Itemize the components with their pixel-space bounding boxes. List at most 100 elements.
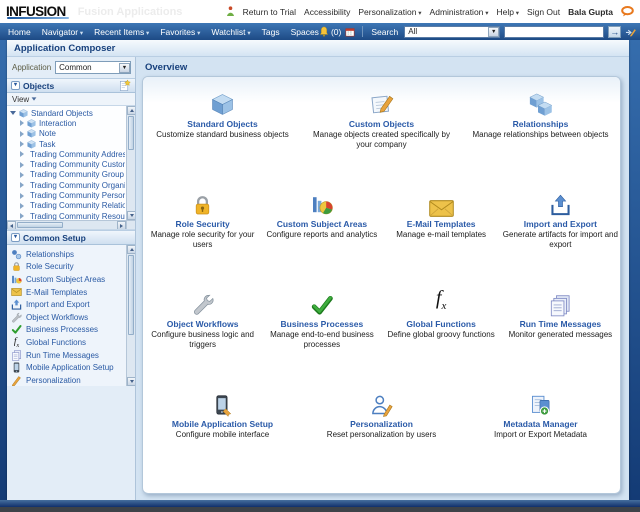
tile-standard-objects[interactable]: Standard Objects Customize standard busi… — [147, 90, 299, 149]
tile-global-functions[interactable]: fx Global Functions Define global groovy… — [383, 290, 499, 349]
wrench-icon — [11, 312, 22, 323]
chart-pie-icon — [310, 190, 334, 217]
pencil-icon — [11, 375, 22, 386]
collapse-icon[interactable]: ▾ — [11, 233, 20, 242]
tile-personalization[interactable]: Personalization Reset personalization by… — [306, 390, 458, 440]
tile-import-and-export[interactable]: Import and Export Generate artifacts for… — [502, 190, 618, 249]
chevron-down-icon[interactable]: ▼ — [488, 27, 499, 37]
tile-relationships[interactable]: Relationships Manage relationships betwe… — [465, 90, 617, 149]
help-menu[interactable]: Help — [496, 7, 519, 17]
sidebar-item-mobile-application-setup[interactable]: Mobile Application Setup — [11, 361, 125, 374]
tile-run-time-messages[interactable]: Run Time Messages Monitor generated mess… — [502, 290, 618, 349]
application-select[interactable]: Common ▼ — [55, 61, 131, 74]
search-input[interactable] — [504, 26, 604, 38]
nav-watchlist[interactable]: Watchlist — [211, 27, 250, 37]
tree-item[interactable]: Trading Community Person Profile — [10, 190, 125, 200]
chat-bubble-icon[interactable] — [621, 6, 634, 17]
sidebar: Application Common ▼ ▾ Objects View — [7, 57, 136, 500]
bell-icon[interactable] — [319, 26, 329, 37]
tree-item[interactable]: Note — [10, 129, 125, 139]
personalization-menu[interactable]: Personalization — [358, 7, 421, 17]
cube-icon — [210, 90, 235, 117]
tree-item[interactable]: Task — [10, 139, 125, 149]
search-scope-select[interactable]: All ▼ — [404, 26, 500, 38]
sidebar-item-global-functions[interactable]: fxGlobal Functions — [11, 336, 125, 349]
nav-home[interactable]: Home — [8, 27, 31, 37]
accessibility-link[interactable]: Accessibility — [304, 7, 350, 17]
content-frame: Application Composer Application Common … — [0, 40, 640, 507]
tile-mobile-application-setup[interactable]: Mobile Application Setup Configure mobil… — [147, 390, 299, 440]
sidebar-item-relationships[interactable]: Relationships — [11, 248, 125, 261]
nav-items: Home Navigator Recent Items Favorites Wa… — [8, 27, 319, 37]
sidebar-item-custom-subject-areas[interactable]: Custom Subject Areas — [11, 273, 125, 286]
tile-role-security[interactable]: Role Security Manage role security for y… — [145, 190, 261, 249]
advanced-search-icon[interactable] — [625, 27, 636, 37]
check-icon — [11, 324, 22, 335]
common-setup-panel-header[interactable]: ▾ Common Setup — [7, 230, 135, 245]
common-setup-title: Common Setup — [23, 233, 86, 243]
tile-custom-objects[interactable]: Custom Objects Manage objects created sp… — [306, 90, 458, 149]
tile-business-processes[interactable]: Business Processes Manage end-to-end bus… — [264, 290, 380, 349]
collapse-icon[interactable]: ▾ — [11, 81, 20, 90]
tree-item[interactable]: Trading Community Relationship — [10, 201, 125, 211]
fx-icon: fx — [11, 337, 22, 349]
sidebar-item-personalization[interactable]: Personalization — [11, 374, 125, 386]
tile-metadata-manager[interactable]: Metadata Manager Import or Export Metada… — [465, 390, 617, 440]
notification-count[interactable]: (0) — [331, 27, 341, 37]
mobile-icon — [11, 362, 22, 373]
tree-item[interactable]: Trading Community Resource Profile — [10, 211, 125, 220]
collapsed-toggle-icon[interactable] — [20, 213, 24, 219]
tree-vertical-scrollbar[interactable] — [126, 106, 135, 220]
overview-panel: Standard Objects Customize standard busi… — [142, 76, 621, 494]
collapsed-toggle-icon[interactable] — [20, 131, 24, 137]
documents-icon — [549, 290, 572, 317]
collapsed-toggle-icon[interactable] — [20, 172, 24, 178]
collapsed-toggle-icon[interactable] — [20, 193, 24, 199]
nav-recent-items[interactable]: Recent Items — [94, 27, 149, 37]
collapsed-toggle-icon[interactable] — [20, 162, 24, 168]
chevron-down-icon[interactable]: ▼ — [119, 63, 130, 73]
sidebar-filler — [7, 386, 135, 500]
sidebar-item-business-processes[interactable]: Business Processes — [11, 324, 125, 337]
envelope-icon — [429, 190, 454, 217]
objects-panel-header[interactable]: ▾ Objects — [7, 78, 135, 93]
objects-tree: Standard Objects Interaction Note Task T… — [7, 106, 135, 230]
sidebar-item-object-workflows[interactable]: Object Workflows — [11, 311, 125, 324]
tile-object-workflows[interactable]: Object Workflows Configure business logi… — [145, 290, 261, 349]
collapsed-toggle-icon[interactable] — [20, 182, 24, 188]
expanded-toggle-icon[interactable] — [10, 111, 16, 115]
administration-menu[interactable]: Administration — [430, 7, 489, 17]
sidebar-item-import-and-export[interactable]: Import and Export — [11, 298, 125, 311]
collapsed-toggle-icon[interactable] — [20, 151, 24, 157]
tree-horizontal-scrollbar[interactable] — [7, 220, 126, 229]
main-navbar: Home Navigator Recent Items Favorites Wa… — [0, 23, 640, 40]
tree-item-standard-objects[interactable]: Standard Objects — [10, 108, 125, 118]
nav-spaces[interactable]: Spaces — [291, 27, 319, 37]
sidebar-item-run-time-messages[interactable]: Run Time Messages — [11, 349, 125, 362]
search-go-button[interactable]: → — [608, 26, 621, 38]
collapsed-toggle-icon[interactable] — [20, 141, 24, 147]
nav-navigator[interactable]: Navigator — [42, 27, 83, 37]
return-to-trial-link[interactable]: Return to Trial — [243, 7, 296, 17]
nav-favorites[interactable]: Favorites — [160, 27, 200, 37]
sidebar-item-email-templates[interactable]: E-Mail Templates — [11, 286, 125, 299]
tree-item[interactable]: Trading Community Customer Contact — [10, 159, 125, 169]
tile-custom-subject-areas[interactable]: Custom Subject Areas Configure reports a… — [264, 190, 380, 249]
calendar-icon[interactable] — [345, 27, 355, 37]
tree-item[interactable]: Trading Community Organization Profi — [10, 180, 125, 190]
setup-vertical-scrollbar[interactable] — [126, 245, 135, 386]
sidebar-item-role-security[interactable]: Role Security — [11, 261, 125, 274]
collapsed-toggle-icon[interactable] — [20, 120, 24, 126]
tile-email-templates[interactable]: E-Mail Templates Manage e-mail templates — [383, 190, 499, 249]
sign-out-link[interactable]: Sign Out — [527, 7, 560, 17]
tree-view-menu[interactable]: View — [7, 93, 135, 106]
tree-item[interactable]: Trading Community Address — [10, 149, 125, 159]
tree-item[interactable]: Interaction — [10, 118, 125, 128]
tree-item[interactable]: Trading Community Group Profile — [10, 170, 125, 180]
new-object-icon[interactable] — [118, 79, 131, 92]
search-label: Search — [371, 27, 398, 37]
nav-search-area: (0) Search All ▼ → — [319, 26, 636, 38]
collapsed-toggle-icon[interactable] — [20, 203, 24, 209]
scrollbar-corner — [126, 220, 135, 229]
nav-tags[interactable]: Tags — [262, 27, 280, 37]
